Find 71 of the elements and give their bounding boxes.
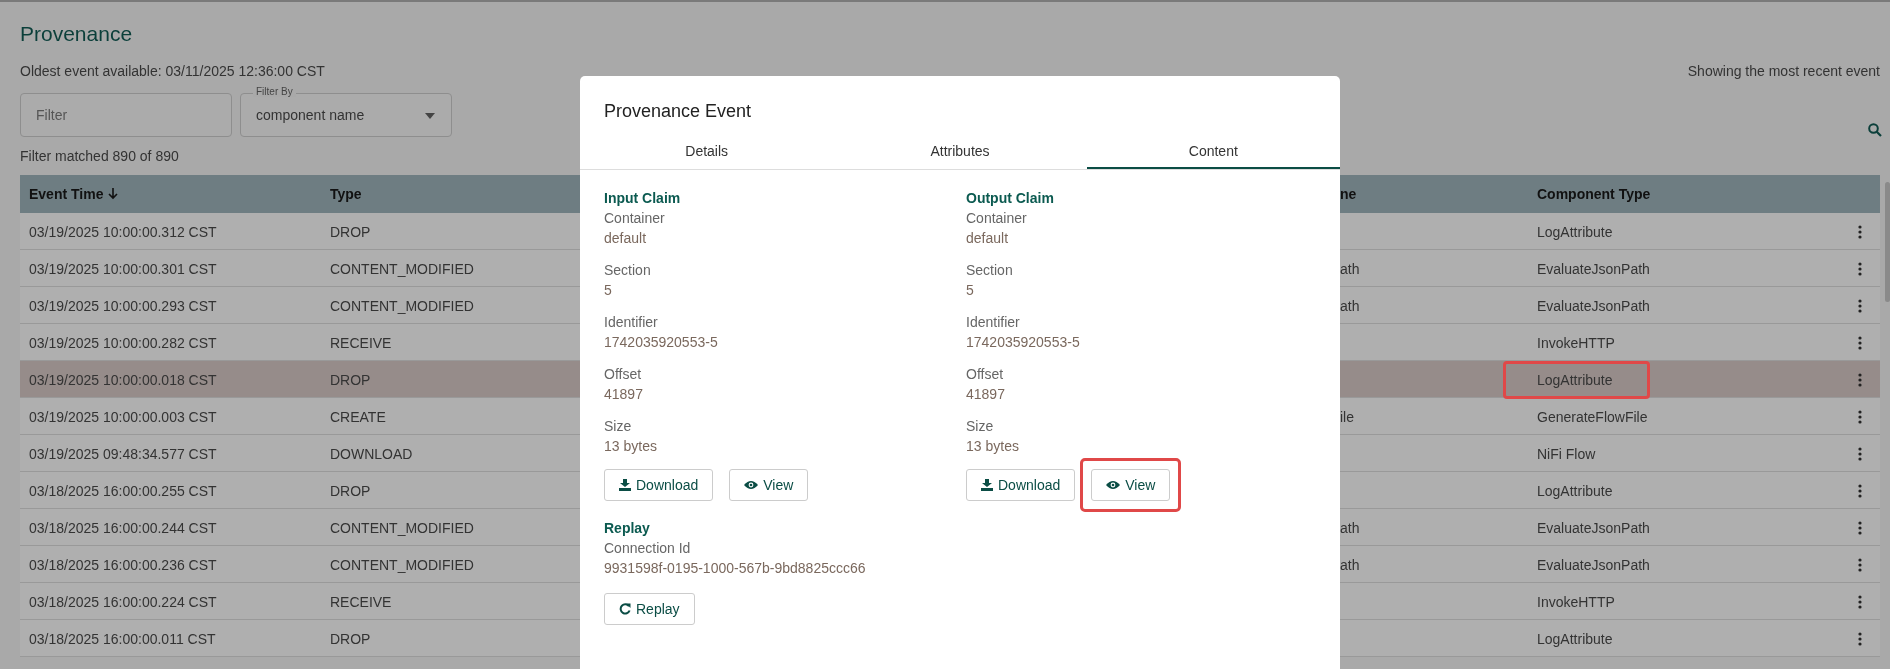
- table-cell: 03/18/2025 16:00:00.244 CST: [29, 520, 217, 536]
- table-cell: 03/19/2025 10:00:00.282 CST: [29, 335, 217, 351]
- table-cell: 03/19/2025 10:00:00.301 CST: [29, 261, 217, 277]
- table-cell: 03/18/2025 16:00:00.255 CST: [29, 483, 217, 499]
- table-cell: DROP: [330, 483, 371, 499]
- table-cell: LogAttribute: [1537, 224, 1613, 240]
- field-label: Container: [604, 209, 666, 228]
- field-value: default: [966, 229, 1010, 248]
- table-cell: CONTENT_MODIFIED: [330, 261, 474, 277]
- field-label: Size: [604, 417, 633, 436]
- table-cell: DROP: [330, 372, 371, 388]
- field-value: 1742035920553-5: [604, 333, 719, 352]
- table-cell: GenerateFlowFile: [1537, 409, 1648, 425]
- table-cell: 03/19/2025 10:00:00.293 CST: [29, 298, 217, 314]
- field-value: 1742035920553-5: [966, 333, 1081, 352]
- field-value: 13 bytes: [604, 437, 658, 456]
- dialog-title: Provenance Event: [603, 100, 753, 122]
- table-cell: RECEIVE: [330, 594, 392, 610]
- table-cell: ath: [1340, 261, 1360, 277]
- field-label: Size: [966, 417, 995, 436]
- section-heading: Input Claim: [604, 189, 682, 208]
- field-label: Offset: [966, 365, 1005, 384]
- field-value: 41897: [604, 385, 644, 404]
- table-cell: 03/18/2025 16:00:00.236 CST: [29, 557, 217, 573]
- table-cell: ath: [1340, 520, 1360, 536]
- field-label: Offset: [604, 365, 643, 384]
- table-cell: EvaluateJsonPath: [1537, 520, 1650, 536]
- table-cell: InvokeHTTP: [1537, 335, 1615, 351]
- filter-matched-text: Filter matched 890 of 890: [20, 147, 180, 165]
- field-value: 13 bytes: [966, 437, 1020, 456]
- page-title: Provenance: [20, 21, 134, 47]
- table-cell: EvaluateJsonPath: [1537, 261, 1650, 277]
- field-label: Section: [604, 261, 652, 280]
- table-cell: DROP: [330, 631, 371, 647]
- section-heading: Replay: [604, 519, 651, 538]
- table-cell: EvaluateJsonPath: [1537, 298, 1650, 314]
- field-label: Identifier: [604, 313, 659, 332]
- table-cell: DROP: [330, 224, 371, 240]
- table-cell: InvokeHTTP: [1537, 594, 1615, 610]
- table-cell: NiFi Flow: [1537, 446, 1596, 462]
- table-cell: EvaluateJsonPath: [1537, 557, 1650, 573]
- table-cell: ath: [1340, 557, 1360, 573]
- field-value: 9931598f-0195-1000-567b-9bd8825ccc66: [604, 559, 867, 578]
- table-cell: DOWNLOAD: [330, 446, 413, 462]
- field-label: Container: [966, 209, 1028, 228]
- table-cell: CONTENT_MODIFIED: [330, 557, 474, 573]
- table-cell: LogAttribute: [1537, 483, 1613, 499]
- field-value: 41897: [966, 385, 1006, 404]
- table-cell: LogAttribute: [1537, 372, 1613, 388]
- table-cell: CONTENT_MODIFIED: [330, 520, 474, 536]
- field-label: Connection Id: [604, 539, 692, 558]
- table-cell: 03/19/2025 10:00:00.018 CST: [29, 372, 217, 388]
- table-cell: 03/19/2025 09:48:34.577 CST: [29, 446, 217, 462]
- table-cell: 03/18/2025 16:00:00.011 CST: [29, 631, 216, 647]
- table-cell: LogAttribute: [1537, 631, 1613, 647]
- table-cell: 03/18/2025 16:00:00.224 CST: [29, 594, 217, 610]
- field-label: Identifier: [966, 313, 1021, 332]
- table-cell: RECEIVE: [330, 335, 392, 351]
- showing-text: Showing the most recent event: [1687, 62, 1880, 80]
- field-value: 5: [966, 281, 975, 300]
- table-cell: 03/19/2025 10:00:00.003 CST: [29, 409, 217, 425]
- section-heading: Output Claim: [966, 189, 1055, 208]
- field-label: Section: [966, 261, 1014, 280]
- field-value: 5: [604, 281, 613, 300]
- table-cell: ath: [1340, 298, 1360, 314]
- table-cell: CONTENT_MODIFIED: [330, 298, 474, 314]
- table-cell: ile: [1340, 409, 1354, 425]
- oldest-event-text: Oldest event available: 03/11/2025 12:36:00 CST: [20, 62, 325, 80]
- table-cell: CREATE: [330, 409, 386, 425]
- field-value: default: [604, 229, 648, 248]
- table-cell: 03/19/2025 10:00:00.312 CST: [29, 224, 217, 240]
